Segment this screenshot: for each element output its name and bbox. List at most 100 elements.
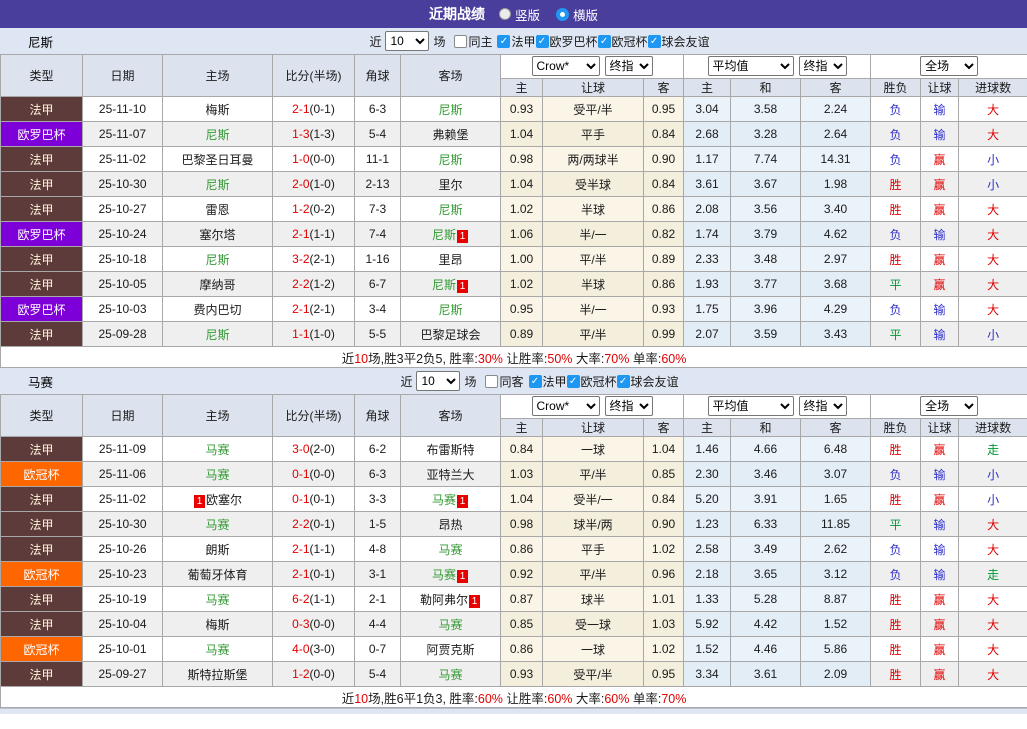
- cell-away-team: 里昂: [400, 246, 501, 272]
- odds-source-select[interactable]: Crow*: [531, 56, 600, 77]
- league-checkbox[interactable]: ✓: [497, 34, 511, 48]
- team-label: 尼斯: [438, 302, 463, 317]
- avg-source-select[interactable]: 平均值: [707, 396, 794, 417]
- vertical-layout-radio-option[interactable]: 竖版: [498, 5, 540, 24]
- cell-home-team: 马赛: [162, 461, 273, 487]
- cell-date: 25-09-27: [82, 661, 163, 687]
- league-checkbox-option[interactable]: ✓ 欧罗巴杯: [535, 33, 598, 50]
- cell-handicap-line: 半/一: [542, 296, 644, 322]
- league-checkbox-option[interactable]: ✓ 法甲: [497, 33, 536, 50]
- league-checkbox-option[interactable]: ✓ 法甲: [528, 373, 567, 390]
- cell-corners: 6-2: [354, 436, 401, 462]
- same-venue-checkbox[interactable]: [454, 34, 468, 48]
- avg-stage-select[interactable]: 终指: [798, 56, 847, 77]
- cell-result: 胜: [870, 486, 922, 512]
- halftime-score: (1-1): [309, 227, 335, 241]
- cell-avg-draw-odds: 3.65: [730, 561, 802, 587]
- cell-date: 25-10-30: [82, 511, 163, 537]
- avg-stage-select[interactable]: 终指: [798, 396, 847, 417]
- cell-avg-away-odds: 2.97: [800, 246, 872, 272]
- cell-result: 负: [870, 221, 922, 247]
- summary-text: 场,胜3平2负5, 胜率:: [368, 351, 478, 366]
- horizontal-layout-radio-option[interactable]: 横版: [556, 5, 598, 24]
- league-checkbox-option[interactable]: ✓ 欧冠杯: [597, 33, 648, 50]
- fulltime-score: 3-0: [292, 442, 310, 456]
- match-count-select[interactable]: 10: [385, 31, 430, 51]
- team-label: 尼斯: [205, 327, 230, 342]
- same-venue-checkbox-option[interactable]: 同主: [454, 33, 492, 50]
- cell-handicap-result: 赢: [920, 146, 960, 172]
- summary-text: 让胜率:: [502, 691, 548, 706]
- cell-goals-result: 小: [958, 461, 1027, 487]
- scope-select[interactable]: 全场: [920, 56, 979, 77]
- cell-handicap-line: 平手: [542, 536, 644, 562]
- league-checkbox[interactable]: ✓: [528, 374, 542, 388]
- match-count-select[interactable]: 10: [416, 371, 461, 391]
- cell-result: 负: [870, 536, 922, 562]
- cell-handicap-result: 输: [920, 561, 960, 587]
- cell-handicap-line: 半球: [542, 271, 644, 297]
- fulltime-score: 2-1: [292, 567, 310, 581]
- cell-handicap-result: 赢: [920, 486, 960, 512]
- cell-competition-type: 法甲: [0, 271, 83, 297]
- cell-avg-away-odds: 3.40: [800, 196, 872, 222]
- cell-home-team: 尼斯: [162, 171, 273, 197]
- cell-avg-home-odds: 1.52: [683, 636, 732, 662]
- league-checkbox-option[interactable]: ✓ 欧冠杯: [566, 373, 617, 390]
- league-checkbox-option[interactable]: ✓ 球会友谊: [647, 33, 710, 50]
- cell-avg-home-odds: 2.08: [683, 196, 732, 222]
- match-row: 欧罗巴杯 25-10-24 塞尔塔 2-1(1-1) 7-4 尼斯 1 1.06 半/一 0.82…: [0, 221, 1027, 247]
- team-label: 阿贾克斯: [426, 642, 475, 657]
- odds-source-select[interactable]: Crow*: [531, 396, 600, 417]
- cell-goals-result: 大: [958, 511, 1027, 537]
- cell-date: 25-10-26: [82, 536, 163, 562]
- fulltime-score: 0-1: [292, 467, 310, 481]
- odds-stage-select[interactable]: 终指: [604, 396, 653, 417]
- radio-selected-icon[interactable]: [556, 7, 569, 21]
- cell-avg-away-odds: 2.24: [800, 96, 872, 122]
- halftime-score: (0-2): [309, 202, 335, 216]
- checkbox-label: 同主: [468, 34, 493, 49]
- cell-avg-away-odds: 8.87: [800, 586, 872, 612]
- cell-score: 0-1(0-0): [272, 461, 355, 487]
- halftime-score: (0-1): [309, 492, 335, 506]
- league-checkbox[interactable]: ✓: [616, 374, 630, 388]
- cell-corners: 6-7: [354, 271, 401, 297]
- avg-source-select[interactable]: 平均值: [707, 56, 794, 77]
- cell-date: 25-10-05: [82, 271, 163, 297]
- match-row: 法甲 25-10-19 马赛 6-2(1-1) 2-1 勒阿弗尔 1 0.87 球半 1.01 1.…: [0, 586, 1027, 612]
- league-checkbox-option[interactable]: ✓ 球会友谊: [616, 373, 679, 390]
- cell-corners: 5-5: [354, 321, 401, 347]
- col-header-date: 日期: [82, 54, 163, 97]
- cell-result: 负: [870, 121, 922, 147]
- cell-crow-home-odds: 1.02: [500, 271, 543, 297]
- cell-home-team: 马赛: [162, 436, 273, 462]
- cell-date: 25-10-23: [82, 561, 163, 587]
- radio-unselected-icon[interactable]: [498, 8, 511, 20]
- scope-select[interactable]: 全场: [920, 396, 979, 417]
- odds-stage-select[interactable]: 终指: [604, 56, 653, 77]
- match-row: 法甲 25-11-02 1 欧塞尔 0-1(0-1) 3-3 马赛 1 1.04 受半/一 0.84…: [0, 486, 1027, 512]
- same-venue-checkbox-option[interactable]: 同客: [485, 373, 524, 390]
- league-checkbox[interactable]: ✓: [535, 34, 549, 48]
- league-checkbox[interactable]: ✓: [566, 374, 580, 388]
- horizontal-layout-label: 横版: [573, 8, 599, 23]
- cell-handicap-result: 赢: [920, 196, 960, 222]
- cell-away-team: 马赛: [400, 536, 501, 562]
- cell-handicap-line: 两/两球半: [542, 146, 644, 172]
- col-header-result: 胜负: [870, 417, 922, 438]
- scope-dropdown-cell: 全场: [870, 54, 1027, 79]
- cell-crow-away-odds: 1.04: [642, 436, 685, 462]
- league-checkbox[interactable]: ✓: [597, 34, 611, 48]
- cell-away-team: 马赛 1: [400, 561, 501, 587]
- cell-crow-home-odds: 0.87: [500, 586, 543, 612]
- cell-score: 1-2(0-0): [272, 661, 355, 687]
- cell-avg-draw-odds: 3.28: [730, 121, 802, 147]
- col-header-away: 客场: [400, 394, 501, 437]
- cell-corners: 4-4: [354, 611, 401, 637]
- cell-goals-result: 大: [958, 586, 1027, 612]
- summary-row: 近10场,胜3平2负5, 胜率:30% 让胜率:50% 大率:70% 单率:60…: [0, 346, 1027, 368]
- same-venue-checkbox[interactable]: [485, 374, 499, 388]
- league-checkbox[interactable]: ✓: [647, 34, 661, 48]
- col-header-result: 胜负: [870, 77, 922, 98]
